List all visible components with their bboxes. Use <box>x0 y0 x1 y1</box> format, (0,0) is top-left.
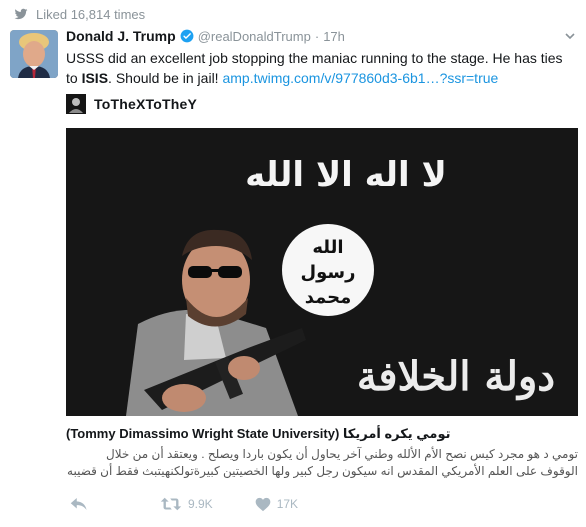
like-count: 17K <box>276 497 299 511</box>
source-name: ToTheXToTheY <box>94 96 197 112</box>
retweet-button[interactable]: 9.9K <box>160 496 213 512</box>
tweet-text-bold: ISIS <box>81 70 109 86</box>
retweet-icon <box>160 496 182 512</box>
liked-banner: Liked 16,814 times <box>14 4 145 24</box>
tweet-header: Donald J. Trump @realDonaldTrump · 17h <box>66 28 345 44</box>
like-button[interactable]: 17K <box>255 497 298 512</box>
retweet-count: 9.9K <box>188 497 213 511</box>
verified-badge-icon <box>180 29 194 43</box>
liked-count-text: Liked 16,814 times <box>36 6 146 22</box>
tweet-text-part: . Should be in jail! <box>108 70 223 86</box>
reply-icon <box>70 496 88 512</box>
tweet-link[interactable]: amp.twimg.com/v/977860d3-6b1…?ssr=true <box>222 70 498 86</box>
heart-icon <box>255 497 271 512</box>
tweet-text: USSS did an excellent job stopping the m… <box>66 48 576 88</box>
media-text-top: لا اله الا الله <box>245 155 447 195</box>
tweet-actions: 9.9K 17K <box>70 494 298 514</box>
author-handle[interactable]: @realDonaldTrump <box>198 29 311 44</box>
twitter-bird-icon <box>14 7 28 21</box>
source-avatar <box>66 94 86 114</box>
chevron-down-icon[interactable] <box>564 30 576 42</box>
media-seal-line3: محمد <box>305 287 352 308</box>
media-text-bottom: دولة الخلافة <box>357 353 555 401</box>
author-name[interactable]: Donald J. Trump <box>66 28 176 44</box>
card-media-image[interactable]: لا اله الا الله الله رسول محمد دولة الخل… <box>66 128 578 416</box>
media-seal-line2: رسول <box>301 262 356 283</box>
tweet-timestamp[interactable]: 17h <box>323 29 345 44</box>
card-description: تومي د هو مجرد كيس نصح الأم الألله وطني … <box>67 447 578 478</box>
media-seal-line1: الله <box>312 237 343 258</box>
author-avatar[interactable] <box>10 30 58 78</box>
card-title[interactable]: (Tommy Dimassimo Wright State University… <box>66 426 578 442</box>
reply-button[interactable] <box>70 496 88 512</box>
header-separator: · <box>314 28 320 44</box>
card-source[interactable]: ToTheXToTheY <box>66 94 197 114</box>
